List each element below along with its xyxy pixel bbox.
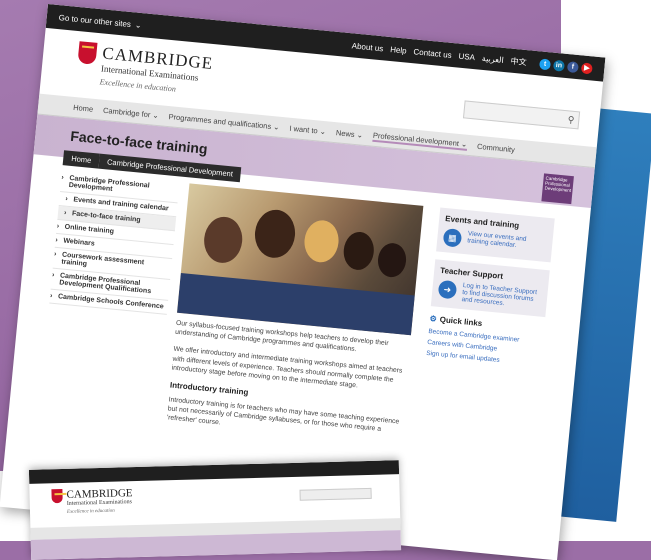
top-link-chinese[interactable]: 中文 (510, 55, 527, 67)
secondary-crest-icon (51, 488, 63, 504)
sidebar-nav: Cambridge Professional Development Event… (49, 171, 180, 315)
login-icon: ➜ (437, 279, 458, 300)
calendar-icon: ▦ (442, 228, 463, 248)
quick-links: ⚙ Quick links Become a Cambridge examine… (426, 314, 545, 368)
secondary-logo-tagline: Excellence in education (66, 508, 115, 515)
nav-item-i-want-to[interactable]: I want to ⌄ (289, 123, 326, 135)
cambridge-logo[interactable]: CAMBRIDGE International Examinations Exc… (75, 41, 214, 97)
events-box: Events and training ▦ View our events an… (436, 207, 555, 263)
other-sites-menu[interactable]: Go to our other sites ⌄ (58, 13, 142, 30)
top-link-contact[interactable]: Contact us (413, 47, 452, 60)
nav-item-community[interactable]: Community (477, 141, 516, 154)
linkedin-icon[interactable]: in (552, 59, 565, 72)
nav-item-news[interactable]: News ⌄ (336, 128, 364, 140)
teachers-photo (176, 183, 424, 336)
twitter-icon[interactable]: t (539, 57, 552, 70)
nav-item-cambridge-for[interactable]: Cambridge for ⌄ (103, 105, 159, 119)
top-link-help[interactable]: Help (390, 45, 407, 56)
chevron-down-icon: ⌄ (134, 19, 143, 30)
support-link[interactable]: Log in to Teacher Support to find discus… (461, 282, 542, 310)
main-text: Our syllabus-focused training workshops … (166, 319, 416, 454)
right-column: Events and training ▦ View our events an… (426, 207, 555, 372)
search-input[interactable]: ⚲ (462, 100, 581, 130)
crest-icon (77, 41, 98, 65)
top-link-arabic[interactable]: العربية (482, 53, 505, 64)
youtube-icon[interactable]: ▶ (580, 61, 593, 74)
top-link-about[interactable]: About us (351, 41, 383, 53)
nav-item-home[interactable]: Home (73, 102, 94, 113)
quick-links-title: Quick links (439, 315, 483, 329)
gear-icon: ⚙ (429, 314, 438, 324)
secondary-search-input (299, 487, 372, 501)
events-link[interactable]: View our events and training calendar. (467, 230, 547, 252)
secondary-logo: CAMBRIDGE International Examinations Exc… (51, 487, 133, 515)
facebook-icon[interactable]: f (566, 60, 579, 73)
top-link-region[interactable]: USA (458, 51, 475, 62)
social-links: t in f ▶ (539, 57, 593, 74)
search-icon[interactable]: ⚲ (567, 114, 575, 126)
teacher-support-box: Teacher Support ➜ Log in to Teacher Supp… (430, 259, 550, 318)
cpd-badge: Cambridge Professional Development (541, 173, 574, 205)
other-sites-label: Go to our other sites (58, 12, 132, 29)
secondary-logo-subtitle: International Examinations (66, 499, 133, 507)
website-screenshot-secondary: CAMBRIDGE International Examinations Exc… (28, 460, 402, 560)
